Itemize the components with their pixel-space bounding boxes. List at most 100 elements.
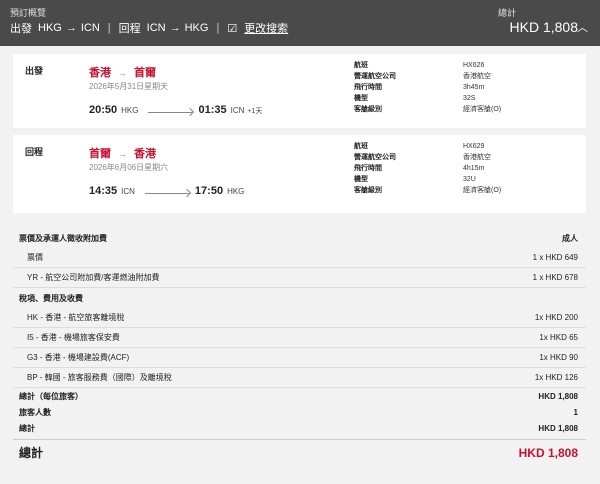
passenger-count-value: 1 (573, 407, 578, 417)
tax-row: I5 - 香港 - 機場旅客保安費 1x HKD 65 (13, 328, 586, 348)
route-summary: 出發 HKG → ICN | 回程 ICN → HKG | ☑ 更改搜索 (10, 20, 288, 36)
fare-row-label: YR - 航空公司附加費/客運燃油附加費 (27, 273, 160, 282)
subtotal-value: HKD 1,808 (538, 423, 578, 433)
fare-section-header: 票價及承運人徵收附加費 成人 (13, 228, 586, 248)
arrow-right-icon: → (118, 149, 127, 159)
return-to-code: HKG (184, 22, 209, 34)
outbound-times: 20:50 HKG 01:35 ICN +1天 (89, 104, 262, 116)
tax-row-value: 1x HKD 126 (534, 373, 578, 382)
detail-key: 營運航空公司 (354, 154, 396, 161)
detail-row: 飛行時間 4h15m (354, 163, 501, 174)
tax-row: HK - 香港 - 航空旅客離境稅 1x HKD 200 (13, 308, 586, 328)
return-dep-time: 14:35 (89, 185, 118, 197)
tax-row-label: G3 - 香港 - 機場建設費(ACF) (27, 353, 130, 362)
edit-search-label: 更改搜索 (244, 23, 289, 35)
tax-row-value: 1x HKD 200 (534, 313, 578, 322)
flight-arrow-icon (148, 112, 193, 113)
return-label: 回程 (118, 23, 141, 35)
return-times: 14:35 ICN 17:50 HKG (89, 185, 244, 197)
edit-search-link[interactable]: ☑ 更改搜索 (227, 20, 288, 36)
passenger-count-label: 旅客人數 (19, 407, 51, 417)
tax-section-title: 稅項、費用及收費 (19, 293, 83, 303)
booking-summary-bar: 預訂概覽 出發 HKG → ICN | 回程 ICN → HKG | ☑ 更改搜… (0, 0, 600, 46)
per-passenger-total-label: 總計（每位旅客） (19, 391, 83, 401)
detail-value: 32U (463, 176, 476, 183)
outbound-arr-time: 01:35 (198, 104, 227, 116)
fare-section-title: 票價及承運人徵收附加費 (19, 233, 107, 243)
outbound-label: 出發 (10, 23, 32, 35)
fare-row-label: 票價 (27, 253, 43, 262)
outbound-dep-time: 20:50 (89, 104, 118, 116)
detail-value: 32S (463, 95, 476, 102)
detail-row: 營運航空公司 香港航空 (354, 71, 501, 82)
passenger-count: 旅客人數 1 (13, 404, 586, 420)
detail-row: 飛行時間 3h45m (354, 82, 501, 93)
detail-key: 機型 (354, 95, 368, 102)
tax-row: BP - 韓國 - 旅客服務費（國際）及離境稅 1x HKD 126 (13, 368, 586, 388)
detail-row: 航班 HX629 (354, 141, 501, 152)
detail-value: 經濟客艙(O) (463, 106, 502, 113)
divider: | (107, 22, 111, 34)
detail-value: 4h15m (463, 165, 485, 172)
tax-row-label: BP - 韓國 - 旅客服務費（國際）及離境稅 (27, 373, 172, 382)
detail-key: 飛行時間 (354, 84, 382, 91)
return-flight-card: 回程 首爾 → 香港 2026年6月06日星期六 14:35 ICN 17:50 H… (13, 135, 586, 213)
detail-row: 營運航空公司 香港航空 (354, 152, 501, 163)
subtotal: 總計 HKD 1,808 (13, 420, 586, 436)
detail-value: HX626 (463, 62, 485, 69)
return-arr-code: HKG (227, 187, 245, 196)
fare-row-value: 1 x HKD 649 (532, 253, 578, 262)
outbound-arr-code: ICN (230, 106, 245, 115)
detail-row: 機型 32S (354, 93, 501, 104)
detail-row: 機型 32U (354, 174, 501, 185)
passenger-type-column: 成人 (562, 233, 578, 243)
outbound-to-city: 首爾 (134, 67, 156, 79)
fare-breakdown: 票價及承運人徵收附加費 成人 票價 1 x HKD 649 YR - 航空公司附… (13, 228, 586, 465)
tax-row-value: 1x HKD 65 (539, 333, 578, 342)
arrow-right-icon: → (65, 22, 77, 34)
detail-row: 航班 HX626 (354, 60, 501, 71)
per-passenger-total: 總計（每位旅客） HKD 1,808 (13, 388, 586, 404)
outbound-date: 2026年5月31日星期天 (89, 82, 169, 91)
fare-row-value: 1 x HKD 678 (532, 273, 578, 282)
next-day-badge: +1天 (247, 108, 263, 115)
detail-key: 航班 (354, 143, 368, 150)
grand-total: 總計 HKD 1,808 (13, 439, 586, 465)
subtotal-label: 總計 (19, 423, 35, 433)
grand-total-label: 總計 (19, 446, 44, 460)
detail-key: 營運航空公司 (354, 73, 396, 80)
outbound-dep-code: HKG (121, 106, 139, 115)
return-details: 航班 HX629 營運航空公司 香港航空 飛行時間 4h15m 機型 32U 客艙級別 經… (354, 141, 501, 196)
return-cities: 首爾 → 香港 (89, 145, 156, 161)
arrow-right-icon: → (169, 22, 181, 34)
detail-key: 客艙級別 (354, 106, 382, 113)
return-card-label: 回程 (25, 147, 44, 157)
outbound-details: 航班 HX626 營運航空公司 香港航空 飛行時間 3h45m 機型 32S 客艙級別 經… (354, 60, 501, 115)
total-label: 總計 (497, 8, 516, 18)
chevron-up-icon[interactable]: ︿ (577, 19, 588, 35)
detail-key: 客艙級別 (354, 187, 382, 194)
outbound-card-label: 出發 (25, 66, 44, 76)
detail-value: 香港航空 (463, 154, 491, 161)
tax-row-label: HK - 香港 - 航空旅客離境稅 (27, 313, 125, 322)
return-to-city: 香港 (134, 148, 156, 160)
tax-row-value: 1x HKD 90 (539, 353, 578, 362)
outbound-cities: 香港 → 首爾 (89, 64, 156, 80)
total-price: HKD 1,808 (509, 19, 578, 35)
detail-value: 香港航空 (463, 73, 491, 80)
detail-row: 客艙級別 經濟客艙(O) (354, 104, 501, 115)
return-dep-code: ICN (121, 187, 135, 196)
grand-total-value: HKD 1,808 (518, 445, 578, 460)
flight-arrow-icon (144, 193, 189, 194)
fare-row: 票價 1 x HKD 649 (13, 248, 586, 268)
detail-key: 機型 (354, 176, 368, 183)
edit-icon: ☑ (227, 22, 238, 35)
outbound-to-code: ICN (80, 22, 100, 34)
return-date: 2026年6月06日星期六 (89, 163, 169, 172)
detail-row: 客艙級別 經濟客艙(O) (354, 185, 501, 196)
return-from-city: 首爾 (89, 148, 111, 160)
divider: | (216, 22, 220, 34)
detail-key: 飛行時間 (354, 165, 382, 172)
arrow-right-icon: → (118, 68, 127, 78)
tax-row: G3 - 香港 - 機場建設費(ACF) 1x HKD 90 (13, 348, 586, 368)
